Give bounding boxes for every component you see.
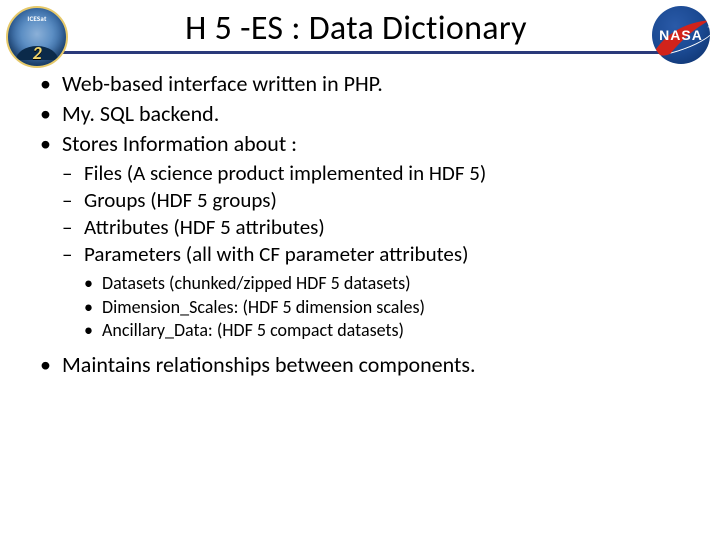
slide-title: H 5 -ES : Data Dictionary — [185, 8, 527, 51]
bullet-item: Maintains relationships between componen… — [40, 351, 696, 379]
bullet-list: Web-based interface written in PHP. My. … — [40, 70, 696, 158]
bullet-item: Web-based interface written in PHP. — [40, 70, 696, 98]
icesat2-logo: ICESat 2 — [6, 6, 68, 68]
title-wrap: H 5 -ES : Data Dictionary — [6, 8, 706, 51]
sub-bullet-list: Datasets (chunked/zipped HDF 5 datasets)… — [84, 272, 696, 343]
slide-content: Web-based interface written in PHP. My. … — [0, 54, 720, 379]
dash-item: Files (A science product implemented in … — [62, 160, 696, 187]
icesat2-label: ICESat — [27, 14, 46, 23]
header: ICESat 2 H 5 -ES : Data Dictionary NASA — [0, 0, 720, 51]
bullet-item: Stores Information about : — [40, 130, 696, 158]
sub-bullet-item: Dimension_Scales: (HDF 5 dimension scale… — [84, 296, 696, 320]
dash-item: Groups (HDF 5 groups) — [62, 187, 696, 214]
nasa-meatball: NASA — [652, 6, 710, 64]
sub-bullet-item: Ancillary_Data: (HDF 5 compact datasets) — [84, 319, 696, 343]
dash-item: Attributes (HDF 5 attributes) — [62, 214, 696, 241]
icesat2-badge: ICESat 2 — [6, 6, 68, 68]
icesat2-number: 2 — [32, 42, 41, 64]
dash-item: Parameters (all with CF parameter attrib… — [62, 241, 696, 268]
nasa-wordmark: NASA — [659, 27, 703, 43]
nasa-logo: NASA — [652, 6, 710, 64]
sub-bullet-item: Datasets (chunked/zipped HDF 5 datasets) — [84, 272, 696, 296]
dash-list: Files (A science product implemented in … — [62, 160, 696, 268]
bullet-list-tail: Maintains relationships between componen… — [40, 351, 696, 379]
bullet-item: My. SQL backend. — [40, 100, 696, 128]
